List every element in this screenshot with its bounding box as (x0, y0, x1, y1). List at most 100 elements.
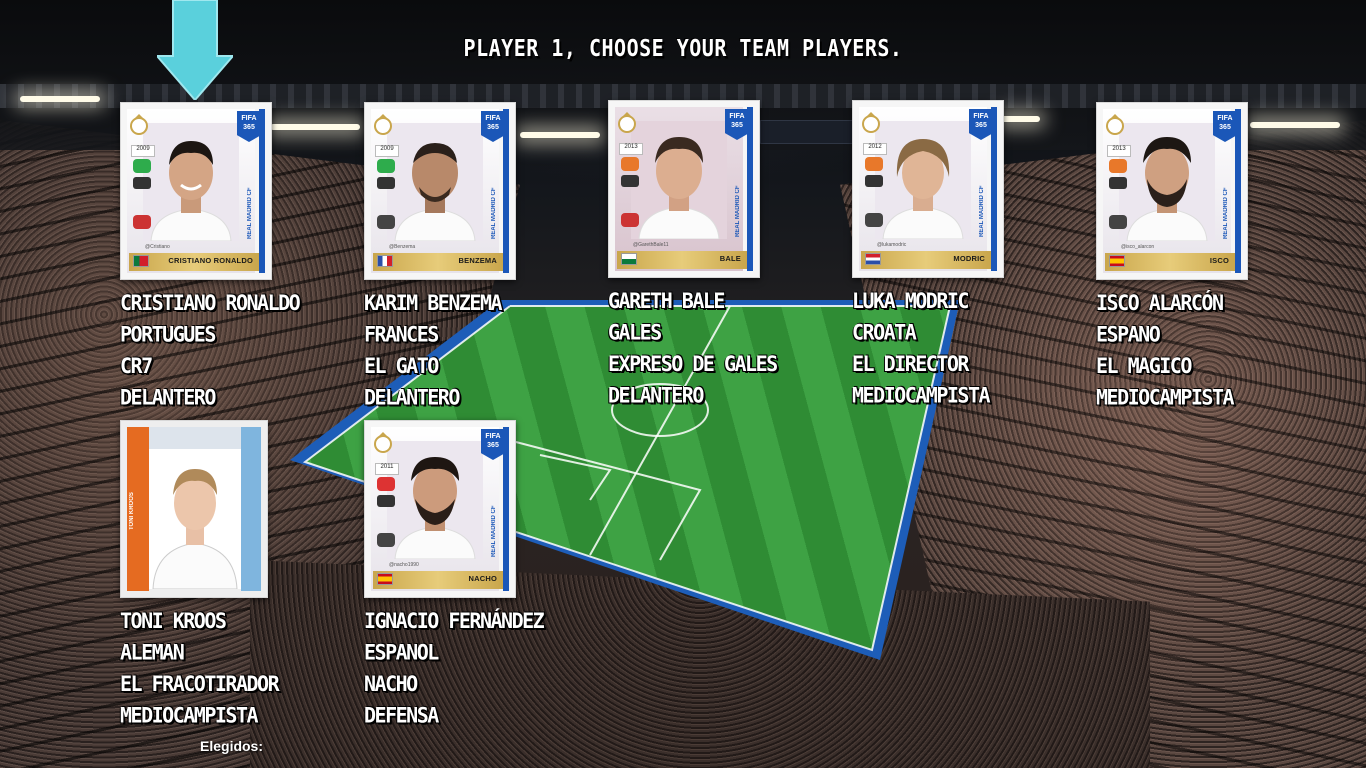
position-badge-icon (865, 157, 883, 171)
player-position: MEDIOCAMPISTA (852, 382, 991, 408)
player-position: DELANTERO (364, 384, 460, 410)
boot-icon (1109, 177, 1127, 189)
player-card-sticker[interactable]: FIFA 365 REAL MADRID CF 2013 @isco_alarc… (1096, 102, 1248, 280)
flag-icon (377, 573, 393, 585)
player-nickname: EL GATO (364, 353, 439, 379)
flag-icon (133, 255, 149, 267)
position-badge-icon (133, 159, 151, 173)
player-info: TONI KROOS ALEMAN EL FRACOTIRADOR MEDIOC… (120, 605, 360, 731)
player-option-bale[interactable]: FIFA 365 REAL MADRID CF 2013 @GarethBale… (608, 100, 848, 408)
player-name: KARIM BENZEMA (364, 290, 503, 316)
position-badge-icon (377, 159, 395, 173)
player-photo (1119, 123, 1215, 241)
player-nickname: NACHO (364, 671, 418, 697)
player-option-benzema[interactable]: FIFA 365 REAL MADRID CF 2009 @Benzema BE… (364, 102, 604, 410)
player-card-sticker[interactable]: TONI KROOS (120, 420, 268, 598)
club-crest-icon (862, 112, 880, 133)
player-name: ISCO ALARCÓN (1096, 290, 1224, 316)
player-option-modric[interactable]: FIFA 365 REAL MADRID CF 2012 @lukamodric… (852, 100, 1092, 408)
boot-icon (621, 175, 639, 187)
boot-icon (133, 177, 151, 189)
card-club-label: REAL MADRID CF (491, 505, 497, 557)
boot-icon (865, 175, 883, 187)
foot-badge-icon (621, 213, 639, 227)
club-crest-icon (130, 114, 148, 135)
player-name: IGNACIO FERNÁNDEZ (364, 608, 545, 634)
club-crest-icon (618, 112, 636, 133)
player-info: ISCO ALARCÓN ESPANO EL MAGICO MEDIOCAMPI… (1096, 287, 1336, 413)
player-position: DELANTERO (608, 382, 704, 408)
player-option-isco[interactable]: FIFA 365 REAL MADRID CF 2013 @isco_alarc… (1096, 102, 1336, 410)
chosen-players-label: Elegidos: (200, 738, 264, 754)
floodlight-left (20, 96, 100, 102)
player-photo (631, 121, 727, 239)
flag-icon (377, 255, 393, 267)
player-nickname: EL DIRECTOR (852, 351, 969, 377)
card-club-label: REAL MADRID CF (1223, 187, 1229, 239)
player-name: TONI KROOS (120, 608, 227, 634)
card-club-label: REAL MADRID CF (735, 185, 741, 237)
player-name: CRISTIANO RONALDO (120, 290, 301, 316)
player-nationality: ESPANO (1096, 321, 1161, 347)
player-option-kroos[interactable]: TONI KROOS TONI KROOS ALEMAN EL FRACOTIR… (120, 420, 360, 728)
player-info: KARIM BENZEMA FRANCES EL GATO DELANTERO (364, 287, 604, 413)
player-name: GARETH BALE (608, 288, 725, 314)
card-join-year: 2009 (375, 145, 399, 157)
foot-badge-icon (377, 533, 395, 547)
card-name-vertical: TONI KROOS (129, 492, 135, 530)
card-join-year: 2013 (1107, 145, 1131, 157)
card-join-year: 2013 (619, 143, 643, 155)
club-crest-icon (374, 432, 392, 453)
player-nationality: CROATA (852, 319, 917, 345)
selection-arrow-icon (157, 0, 233, 100)
card-join-year: 2012 (863, 143, 887, 155)
player-photo (387, 123, 483, 241)
player-photo (149, 449, 241, 589)
player-info: IGNACIO FERNÁNDEZ ESPANOL NACHO DEFENSA (364, 605, 604, 731)
player-option-ronaldo[interactable]: FIFA 365 REAL MADRID CF 2009 @Cristiano … (120, 102, 360, 410)
position-badge-icon (621, 157, 639, 171)
boot-icon (377, 495, 395, 507)
player-card-sticker[interactable]: FIFA 365 REAL MADRID CF 2009 @Cristiano … (120, 102, 272, 280)
foot-badge-icon (1109, 215, 1127, 229)
foot-badge-icon (133, 215, 151, 229)
card-club-label: REAL MADRID CF (491, 187, 497, 239)
player-info: LUKA MODRIC CROATA EL DIRECTOR MEDIOCAMP… (852, 285, 1092, 411)
player-name: LUKA MODRIC (852, 288, 969, 314)
card-name-bar: CRISTIANO RONALDO (129, 253, 259, 271)
player-card-sticker[interactable]: FIFA 365 REAL MADRID CF 2009 @Benzema BE… (364, 102, 516, 280)
player-position: DEFENSA (364, 702, 439, 728)
flag-icon (1109, 255, 1125, 267)
boot-icon (377, 177, 395, 189)
player-photo (387, 441, 483, 559)
player-info: GARETH BALE GALES EXPRESO DE GALES DELAN… (608, 285, 848, 411)
card-join-year: 2011 (375, 463, 399, 475)
card-club-label: REAL MADRID CF (979, 185, 985, 237)
player-nationality: FRANCES (364, 321, 439, 347)
club-crest-icon (1106, 114, 1124, 135)
card-join-year: 2009 (131, 145, 155, 157)
player-nationality: ALEMAN (120, 639, 185, 665)
player-nationality: PORTUGUES (120, 321, 216, 347)
foot-badge-icon (865, 213, 883, 227)
card-name-bar: BENZEMA (373, 253, 503, 271)
player-nickname: EL MAGICO (1096, 353, 1192, 379)
card-name-bar: ISCO (1105, 253, 1235, 271)
player-info: CRISTIANO RONALDO PORTUGUES CR7 DELANTER… (120, 287, 360, 413)
player-card-sticker[interactable]: FIFA 365 REAL MADRID CF 2011 @nacho1990 … (364, 420, 516, 598)
player-photo (143, 123, 239, 241)
player-option-nacho[interactable]: FIFA 365 REAL MADRID CF 2011 @nacho1990 … (364, 420, 604, 728)
card-name-bar: BALE (617, 251, 747, 269)
player-card-sticker[interactable]: FIFA 365 REAL MADRID CF 2012 @lukamodric… (852, 100, 1004, 278)
player-nationality: GALES (608, 319, 662, 345)
player-card-sticker[interactable]: FIFA 365 REAL MADRID CF 2013 @GarethBale… (608, 100, 760, 278)
player-position: MEDIOCAMPISTA (120, 702, 259, 728)
foot-badge-icon (377, 215, 395, 229)
position-badge-icon (1109, 159, 1127, 173)
player-nickname: EL FRACOTIRADOR (120, 671, 280, 697)
card-name-bar: MODRIC (861, 251, 991, 269)
player-nickname: EXPRESO DE GALES (608, 351, 778, 377)
player-nationality: ESPANOL (364, 639, 439, 665)
card-club-label: REAL MADRID CF (247, 187, 253, 239)
player-photo (875, 121, 971, 239)
